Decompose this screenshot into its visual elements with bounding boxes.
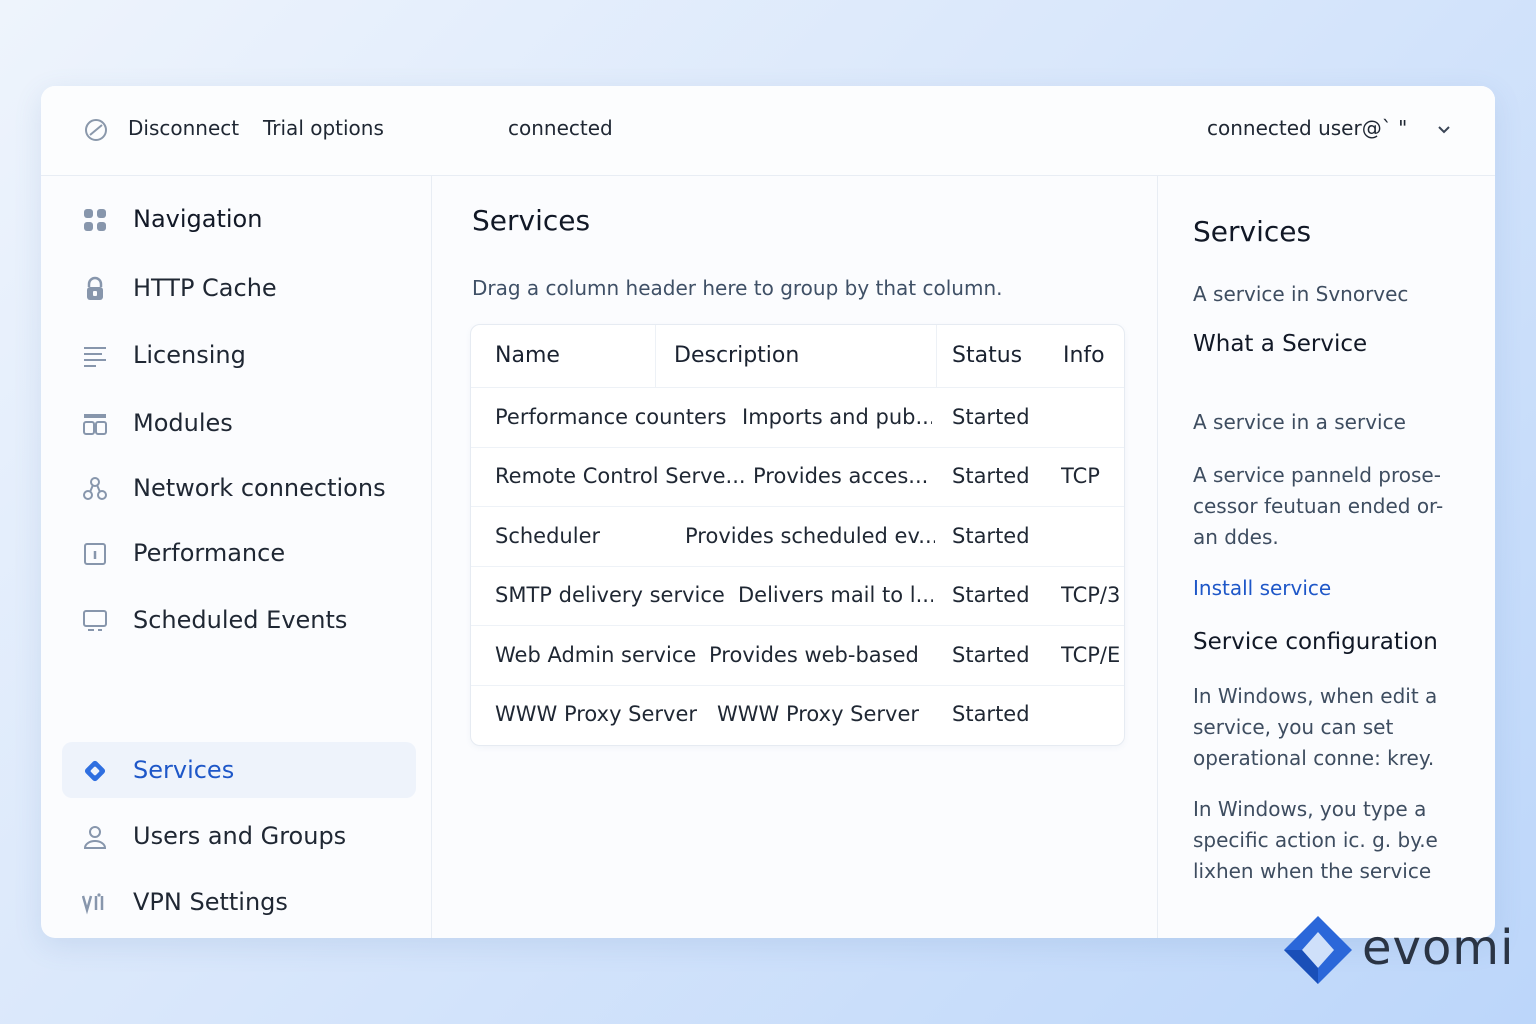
sidebar: Navigation HTTP Cache Licensing Modules …: [41, 176, 432, 938]
table-header: Name Description Status Info: [471, 325, 1124, 388]
table-row[interactable]: WWW Proxy Server WWW Proxy Server Starte…: [471, 685, 1124, 744]
cell-name: Remote Control Serve...: [495, 464, 746, 488]
sidebar-item-label: Navigation: [133, 205, 263, 233]
help-pane: Services A service in Svnorvec What a Se…: [1157, 176, 1495, 938]
disconnect-button[interactable]: Disconnect: [128, 116, 239, 140]
help-paragraph: In Windows, when edit a service, you can…: [1193, 684, 1438, 770]
install-service-link[interactable]: Install service: [1193, 573, 1331, 604]
lock-icon: [87, 276, 103, 300]
chevron-down-icon[interactable]: [1434, 120, 1454, 140]
user-menu-label[interactable]: connected user@` ": [1207, 116, 1407, 140]
column-header-info[interactable]: Info: [1063, 343, 1105, 368]
sidebar-item-label: Performance: [133, 539, 286, 567]
sidebar-item-http-cache[interactable]: HTTP Cache: [62, 260, 416, 316]
table-row[interactable]: Scheduler Provides scheduled ev... Start…: [471, 507, 1124, 567]
cell-status: Started: [952, 583, 1030, 607]
table-row[interactable]: SMTP delivery service Delivers mail to l…: [471, 566, 1124, 626]
cell-name: SMTP delivery service: [495, 583, 725, 607]
grid-icon: [84, 209, 106, 231]
user-icon: [83, 826, 107, 849]
watermark-text: evomi: [1362, 920, 1515, 976]
cell-name: WWW Proxy Server: [495, 702, 698, 726]
table-row[interactable]: Web Admin service Provides web-based Sta…: [471, 626, 1124, 686]
table-row[interactable]: Performance counters Imports and pub... …: [471, 388, 1124, 448]
connection-status: connected: [508, 116, 613, 140]
cell-description: Provides scheduled ev...: [685, 524, 935, 548]
vpn-icon: [82, 893, 104, 915]
cell-status: Started: [952, 643, 1030, 667]
sidebar-item-modules[interactable]: Modules: [62, 395, 416, 451]
cell-status: Started: [952, 524, 1030, 548]
help-title: Services: [1193, 215, 1312, 248]
evomi-logo-icon: [1284, 916, 1352, 984]
list-icon: [84, 347, 106, 367]
cell-name: Web Admin service: [495, 643, 697, 667]
cell-status: Started: [952, 702, 1030, 726]
app-window: Disconnect Trial options connected conne…: [41, 86, 1495, 938]
sidebar-item-navigation[interactable]: Navigation: [62, 191, 416, 247]
page-title: Services: [472, 204, 591, 237]
cell-info: TCP/E: [1061, 643, 1121, 667]
column-separator[interactable]: [936, 325, 937, 387]
cell-name: Performance counters: [495, 405, 727, 429]
help-paragraph: A service panneld prose-cessor feutuan e…: [1193, 463, 1444, 549]
sidebar-item-licensing[interactable]: Licensing: [62, 327, 416, 383]
sidebar-item-performance[interactable]: Performance: [62, 525, 416, 581]
cell-description: Provides acces...: [753, 464, 929, 488]
help-paragraph: In Windows, you type a specific action i…: [1193, 797, 1438, 883]
cell-name: Scheduler: [495, 524, 601, 548]
help-paragraph: A service in a service: [1193, 410, 1406, 434]
sidebar-item-scheduled-events[interactable]: Scheduled Events: [62, 592, 416, 648]
disconnect-icon[interactable]: [84, 118, 108, 142]
sidebar-item-label: Scheduled Events: [133, 606, 348, 634]
column-header-name[interactable]: Name: [495, 343, 560, 368]
help-heading: What a Service: [1193, 331, 1368, 357]
sidebar-item-label: Modules: [133, 409, 233, 437]
group-by-drop-area[interactable]: Drag a column header here to group by th…: [472, 276, 1003, 300]
network-icon: [83, 477, 107, 500]
column-header-description[interactable]: Description: [674, 343, 799, 368]
monitor-icon: [83, 610, 107, 631]
top-bar: Disconnect Trial options connected conne…: [41, 86, 1495, 176]
services-table: Name Description Status Info Performance…: [470, 324, 1125, 746]
sidebar-item-label: HTTP Cache: [133, 274, 277, 302]
sidebar-item-network-connections[interactable]: Network connections: [62, 460, 416, 516]
sidebar-item-services[interactable]: Services: [62, 742, 416, 798]
cell-info: TCP: [1061, 464, 1100, 488]
sidebar-item-label: Licensing: [133, 341, 246, 369]
table-row[interactable]: Remote Control Serve... Provides acces..…: [471, 447, 1124, 507]
column-header-status[interactable]: Status: [952, 343, 1022, 368]
cell-info: TCP/3: [1061, 583, 1121, 607]
sidebar-item-label: Network connections: [133, 474, 386, 502]
cell-description: Imports and pub...: [742, 405, 932, 429]
performance-icon: [84, 543, 106, 565]
cell-description: Delivers mail to l...: [738, 583, 933, 607]
watermark: evomi: [1282, 912, 1515, 988]
cell-status: Started: [952, 464, 1030, 488]
sidebar-item-vpn-settings[interactable]: VPN Settings: [62, 874, 416, 930]
sidebar-item-label: Services: [133, 756, 235, 784]
help-intro: A service in Svnorvec: [1193, 282, 1409, 306]
modules-icon: [83, 414, 107, 435]
sidebar-item-label: VPN Settings: [133, 888, 288, 916]
help-heading: Service configuration: [1193, 629, 1438, 655]
sidebar-item-users-and-groups[interactable]: Users and Groups: [62, 808, 416, 864]
diamond-icon: [84, 760, 106, 782]
trial-options-button[interactable]: Trial options: [263, 116, 384, 140]
sidebar-item-label: Users and Groups: [133, 822, 347, 850]
main-content: Services Drag a column header here to gr…: [432, 176, 1157, 938]
cell-description: WWW Proxy Server: [717, 702, 920, 726]
cell-status: Started: [952, 405, 1030, 429]
cell-description: Provides web-based: [709, 643, 919, 667]
column-separator[interactable]: [655, 325, 656, 387]
